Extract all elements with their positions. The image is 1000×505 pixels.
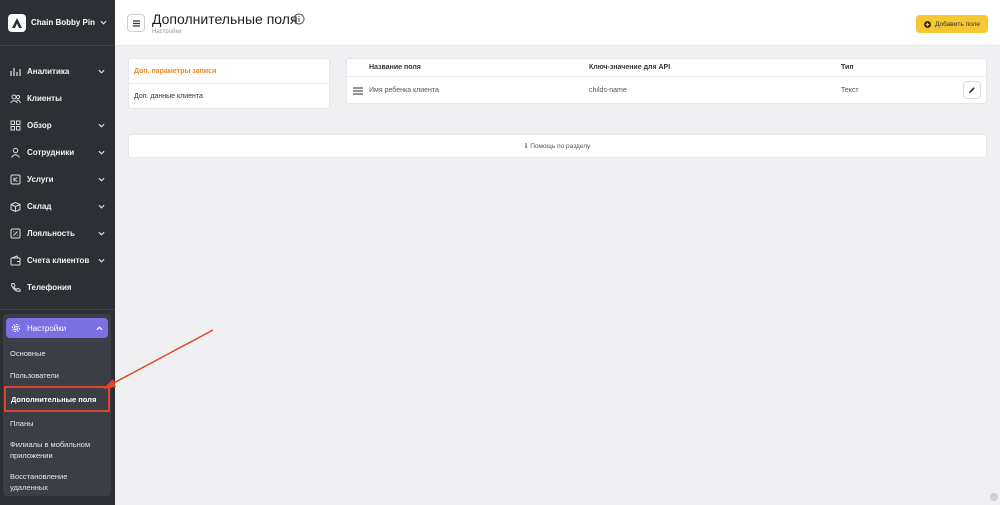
cell-field-type: Текст [841,87,859,94]
column-header-name: Название поля [369,64,421,71]
chevron-down-icon [97,68,105,76]
chart-icon [10,66,21,77]
sidebar-item-label: Клиенты [27,94,62,103]
sidebar-item-label: Настройки [27,323,67,333]
sidebar-item-services[interactable]: Услуги [0,166,115,193]
field-category-tabs: Доп. параметры записи Доп. данные клиент… [128,58,330,109]
plus-icon [924,20,932,28]
page-header: Дополнительные поля Настройки Добавить п… [115,0,1000,46]
sidebar-item-label: Телефония [27,283,72,292]
chevron-down-icon [97,230,105,238]
column-header-type: Тип [841,64,854,71]
brand-name: Chain Bobby Pin [31,18,95,27]
sidebar-item-label: Сотрудники [27,148,75,157]
breadcrumb[interactable]: Настройки [152,29,181,35]
settings-group: Настройки Основные Пользователи Дополнит… [3,314,111,496]
brand-logo-icon [8,13,26,32]
settings-item-plans[interactable]: Планы [3,412,111,434]
brand-switcher[interactable]: Chain Bobby Pin [0,0,115,46]
sidebar-item-label: Лояльность [27,229,75,238]
sidebar-item-settings[interactable]: Настройки [6,318,108,338]
sidebar-item-employees[interactable]: Сотрудники [0,139,115,166]
sidebar: Chain Bobby Pin Аналитика Клиенты Обзор … [0,0,115,505]
main-menu: Аналитика Клиенты Обзор Сотрудники Услуг… [0,46,115,310]
settings-item-additional-fields[interactable]: Дополнительные поля [4,386,110,412]
phone-icon [10,282,21,293]
help-section-link[interactable]: ℹ Помощь по разделу [128,134,987,158]
sidebar-item-client-accounts[interactable]: Счета клиентов [0,247,115,274]
services-icon [10,174,21,185]
menu-toggle-button[interactable] [127,14,145,32]
sidebar-item-loyalty[interactable]: Лояльность [0,220,115,247]
sidebar-item-label: Аналитика [27,67,70,76]
info-icon: ℹ [524,143,528,150]
chevron-up-icon [95,324,103,332]
sidebar-item-warehouse[interactable]: Склад [0,193,115,220]
table-header: Название поля Ключ-значение для API Тип [347,59,986,77]
settings-item-users[interactable]: Пользователи [3,364,111,386]
hamburger-icon [132,19,140,27]
grid-icon [10,120,21,131]
scroll-indicator[interactable] [990,493,998,501]
sidebar-item-analytics[interactable]: Аналитика [0,58,115,85]
settings-item-general[interactable]: Основные [3,342,111,364]
sidebar-item-label: Счета клиентов [27,256,90,265]
pencil-icon [969,87,975,93]
settings-item-mobile-branches[interactable]: Филиалы в мобильном приложении [3,434,111,466]
settings-item-restore-deleted[interactable]: Восстановление удаленных [3,466,111,498]
tab-client-data[interactable]: Доп. данные клиента [129,84,329,109]
fields-table: Название поля Ключ-значение для API Тип … [346,58,987,104]
table-row: Имя ребенка клиента childs-name Текст [347,77,986,104]
wallet-icon [10,255,21,266]
page-title: Дополнительные поля [152,11,298,27]
loyalty-icon [10,228,21,239]
gear-icon [11,323,21,333]
sidebar-item-telephony[interactable]: Телефония [0,274,115,301]
chevron-down-icon [97,203,105,211]
person-icon [10,147,21,158]
cell-field-name: Имя ребенка клиента [369,87,439,94]
chevron-down-icon [97,176,105,184]
chevron-down-icon [97,257,105,265]
drag-handle-icon[interactable] [347,86,369,95]
chevron-down-icon [97,122,105,130]
add-field-button[interactable]: Добавить поле [916,15,988,33]
chevron-down-icon [99,19,107,27]
sidebar-item-label: Склад [27,202,52,211]
chevron-down-icon [97,149,105,157]
sidebar-item-overview[interactable]: Обзор [0,112,115,139]
sidebar-item-label: Услуги [27,175,54,184]
cell-api-key: childs-name [589,87,627,94]
info-icon[interactable] [293,13,305,25]
users-icon [10,93,21,104]
box-icon [10,201,21,212]
sidebar-item-clients[interactable]: Клиенты [0,85,115,112]
help-label: Помощь по разделу [530,142,591,150]
tab-record-params[interactable]: Доп. параметры записи [129,59,329,84]
add-field-label: Добавить поле [935,20,980,28]
sidebar-item-label: Обзор [27,121,52,130]
edit-field-button[interactable] [963,81,981,99]
sidebar-divider [0,309,115,310]
column-header-api-key: Ключ-значение для API [589,64,671,71]
